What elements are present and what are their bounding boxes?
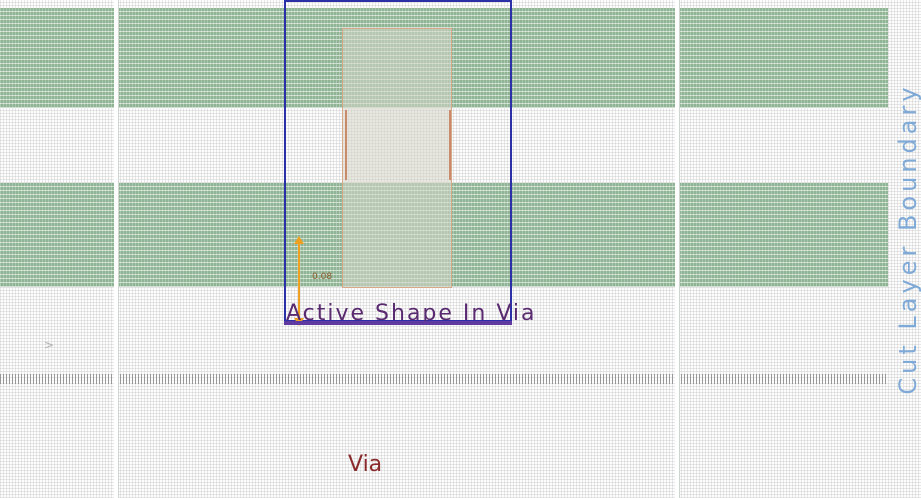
active-shape-edge-right (449, 110, 451, 180)
side-caption: Cut Layer Boundary (888, 0, 921, 498)
via-label: Via (348, 452, 383, 477)
dimension-label: 0.08 (312, 272, 333, 282)
side-caption-text: Cut Layer Boundary (894, 83, 921, 395)
layout-canvas[interactable]: 0.08 Active Shape In Via Via > Cut Layer… (0, 0, 921, 498)
grid-line (118, 0, 119, 498)
dotted-track (0, 374, 888, 384)
grid-line (679, 0, 680, 498)
active-shape[interactable] (342, 28, 452, 288)
cursor-marker-icon: > (44, 338, 55, 352)
active-shape-edge-left (345, 110, 347, 180)
label-underline (284, 321, 512, 325)
